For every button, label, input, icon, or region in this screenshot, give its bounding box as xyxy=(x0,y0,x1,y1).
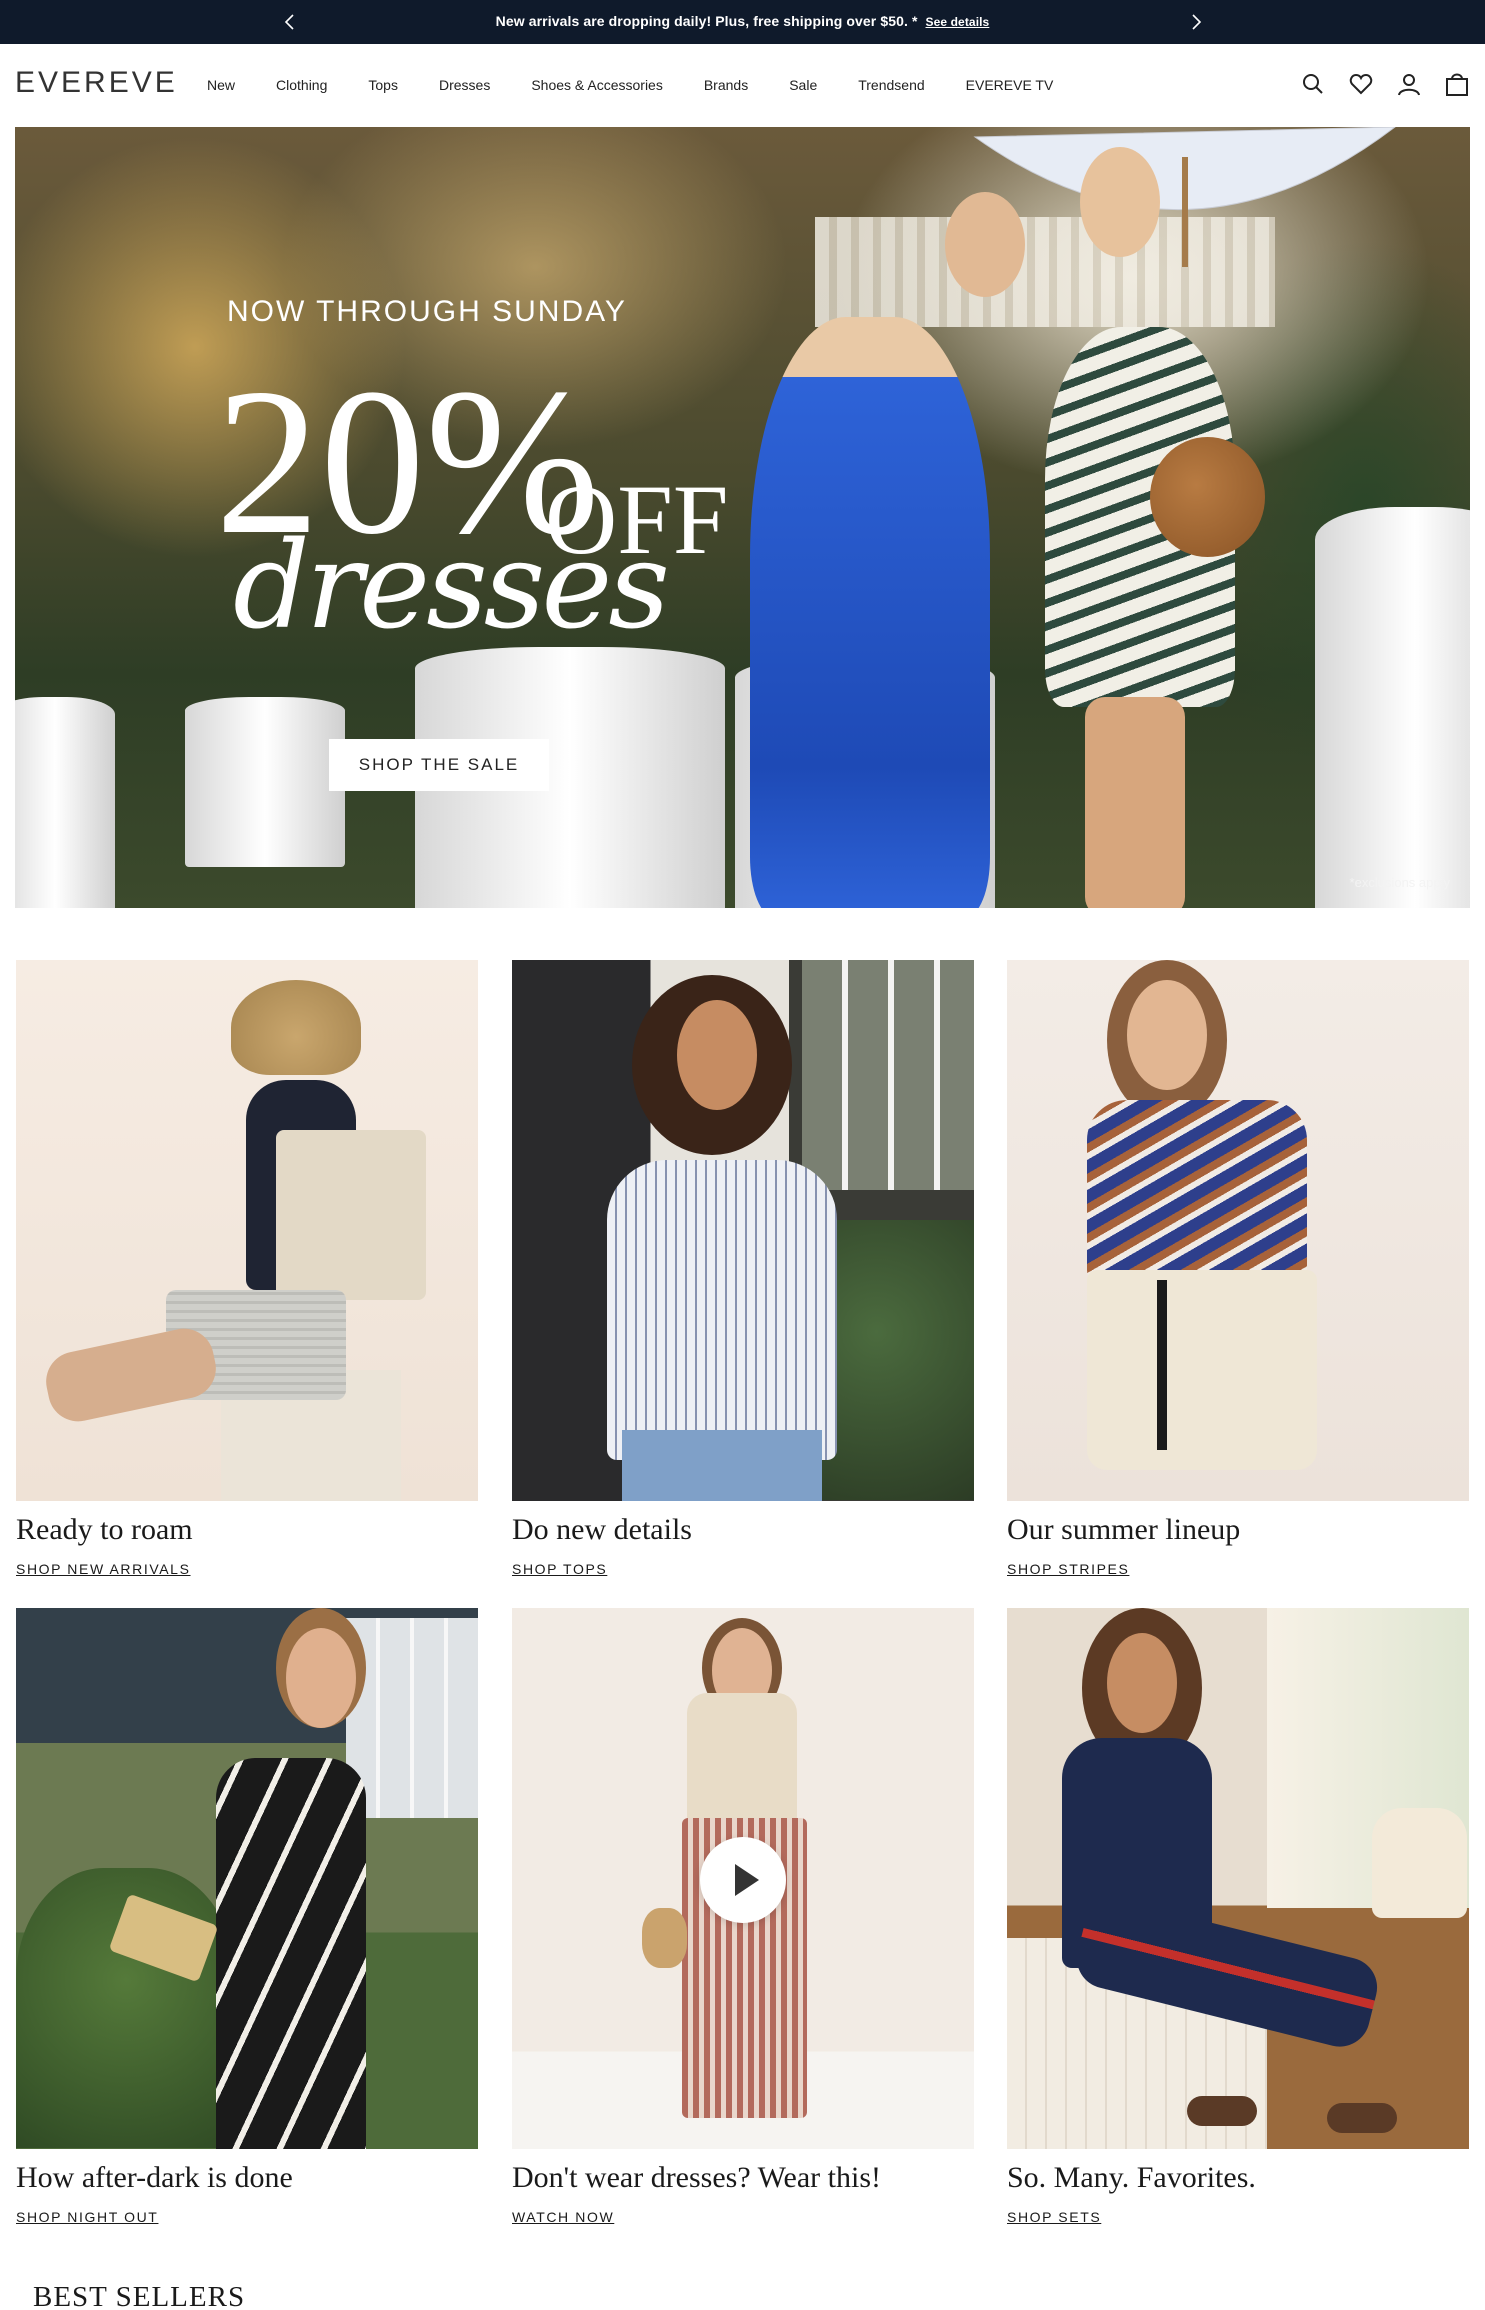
house-window xyxy=(346,1618,478,1818)
model-dress xyxy=(216,1758,366,2149)
shop-sets-link[interactable]: SHOP SETS xyxy=(1007,2209,1101,2225)
straw-bag xyxy=(642,1908,687,1968)
tile-title: How after-dark is done xyxy=(16,2161,293,2194)
model-striped-top xyxy=(1087,1100,1307,1280)
model-face xyxy=(286,1628,356,1728)
model-blue-dress xyxy=(750,317,990,908)
heart-icon[interactable] xyxy=(1348,71,1374,97)
shop-night-out-link[interactable]: SHOP NIGHT OUT xyxy=(16,2209,158,2225)
nav-item-shoes-accessories[interactable]: Shoes & Accessories xyxy=(531,77,663,93)
wicker-bag xyxy=(1150,437,1265,557)
tile-image[interactable] xyxy=(16,960,478,1501)
play-icon[interactable] xyxy=(700,1837,786,1923)
announcement-bar: New arrivals are dropping daily! Plus, f… xyxy=(0,0,1485,44)
sun-hat xyxy=(231,980,361,1075)
account-icon[interactable] xyxy=(1396,71,1422,97)
search-icon[interactable] xyxy=(1300,71,1326,97)
nav-item-tops[interactable]: Tops xyxy=(368,77,398,93)
hero-banner[interactable]: NOW THROUGH SUNDAY 20% OFF dresses SHOP … xyxy=(15,127,1470,908)
tile-image[interactable] xyxy=(16,1608,478,2149)
see-details-link[interactable]: See details xyxy=(926,15,990,29)
announcement-message: New arrivals are dropping daily! Plus, f… xyxy=(0,13,1485,29)
nav-item-clothing[interactable]: Clothing xyxy=(276,77,327,93)
canvas-tote xyxy=(276,1130,426,1300)
belt-tie xyxy=(1157,1280,1167,1450)
tile-image[interactable] xyxy=(1007,960,1469,1501)
announcement-text: New arrivals are dropping daily! Plus, f… xyxy=(495,13,918,29)
bag-icon[interactable] xyxy=(1444,71,1470,97)
hero-script-word: dresses xyxy=(233,517,670,656)
exclusions-note: *exclusions apply xyxy=(1349,875,1450,890)
model-legs xyxy=(40,1323,222,1427)
shop-new-arrivals-link[interactable]: SHOP NEW ARRIVALS xyxy=(16,1561,191,1577)
tile-title: Ready to roam xyxy=(16,1513,193,1546)
model-shorts xyxy=(1087,1270,1317,1470)
armchair xyxy=(1372,1808,1467,1918)
table-decoration xyxy=(185,697,345,867)
nav-item-sale[interactable]: Sale xyxy=(789,77,817,93)
nav-item-evereve-tv[interactable]: EVEREVE TV xyxy=(966,77,1054,93)
model-face xyxy=(1127,980,1207,1090)
nav-item-brands[interactable]: Brands xyxy=(704,77,748,93)
model-face xyxy=(677,1000,757,1110)
parasol xyxy=(973,127,1396,267)
table-decoration xyxy=(1315,507,1470,908)
tile-title: Don't wear dresses? Wear this! xyxy=(512,2161,881,2194)
model-head xyxy=(1080,147,1160,257)
model-head xyxy=(945,192,1025,297)
tile-image[interactable] xyxy=(1007,1608,1469,2149)
logo[interactable]: EVEREVE xyxy=(15,66,178,100)
shop-the-sale-button[interactable]: SHOP THE SALE xyxy=(329,739,549,791)
hero-eyebrow: NOW THROUGH SUNDAY xyxy=(227,295,627,328)
tile-title: So. Many. Favorites. xyxy=(1007,2161,1256,2194)
sandal xyxy=(1187,2096,1257,2126)
shop-stripes-link[interactable]: SHOP STRIPES xyxy=(1007,1561,1129,1577)
chevron-right-icon[interactable] xyxy=(1184,10,1208,34)
model-jeans xyxy=(622,1430,822,1501)
site-header: EVEREVE New Clothing Tops Dresses Shoes … xyxy=(0,44,1485,128)
sandal xyxy=(1327,2103,1397,2133)
watch-now-link[interactable]: WATCH NOW xyxy=(512,2209,614,2225)
nav-item-dresses[interactable]: Dresses xyxy=(439,77,490,93)
tile-title: Our summer lineup xyxy=(1007,1513,1241,1546)
window xyxy=(802,960,974,1190)
tile-title: Do new details xyxy=(512,1513,692,1546)
shop-tops-link[interactable]: SHOP TOPS xyxy=(512,1561,607,1577)
model-top xyxy=(687,1693,797,1823)
tile-image[interactable] xyxy=(512,960,974,1501)
table-decoration xyxy=(15,697,115,908)
model-tank xyxy=(607,1160,837,1460)
section-heading-best-sellers: BEST SELLERS xyxy=(33,2281,246,2310)
main-nav: New Clothing Tops Dresses Shoes & Access… xyxy=(207,77,1094,93)
model-legs xyxy=(1085,697,1185,908)
header-icons xyxy=(1300,71,1470,97)
video-thumbnail[interactable] xyxy=(512,1608,974,2149)
model-face xyxy=(1107,1633,1177,1733)
nav-item-new[interactable]: New xyxy=(207,77,235,93)
nav-item-trendsend[interactable]: Trendsend xyxy=(858,77,924,93)
